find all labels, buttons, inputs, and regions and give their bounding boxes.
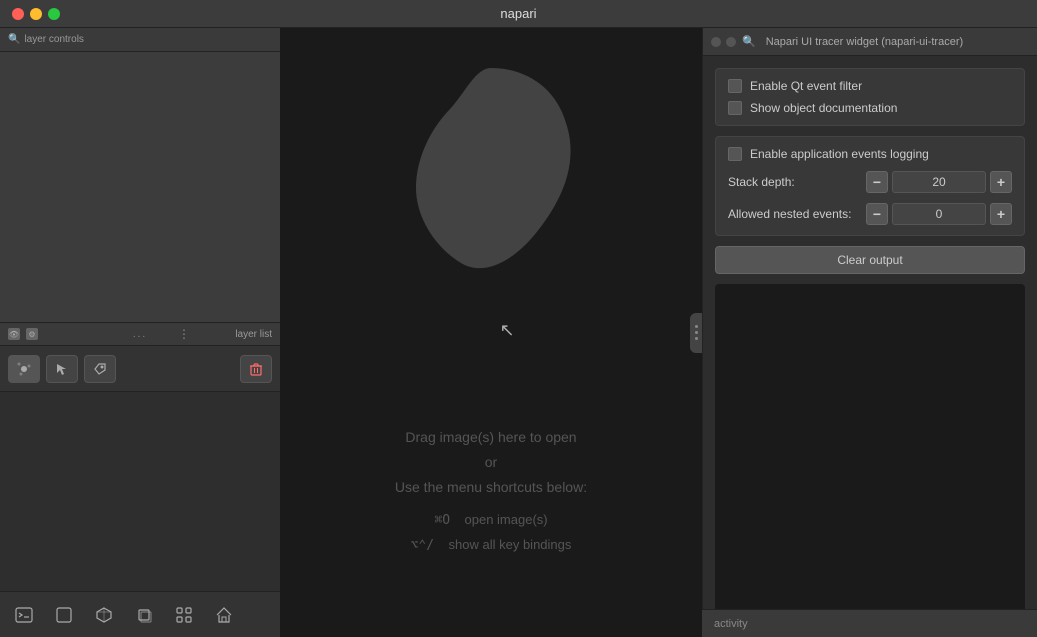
nested-events-row: Allowed nested events: − 0 + [728,203,1012,225]
app-title: napari [500,6,536,21]
handle-dot [695,337,698,340]
logging-label: Enable application events logging [750,147,929,161]
output-area [715,284,1025,625]
drop-text-line1: Drag image(s) here to open [395,425,587,450]
layer-controls-header: 🔍 layer controls [0,28,280,52]
checkbox-group-1: Enable Qt event filter Show object docum… [715,68,1025,126]
obj-doc-row: Show object documentation [728,101,1012,115]
cursor-indicator: ↖ [499,320,514,341]
panel-separator: 👁 ⚙ ... layer list ⋮ [0,322,280,346]
activity-bar: activity [702,609,1037,637]
right-min-button[interactable] [726,37,736,47]
handle-dot [695,325,698,328]
window-controls [12,8,60,20]
close-button[interactable] [12,8,24,20]
home-button[interactable] [208,601,240,629]
search-icon: 🔍 [8,34,20,45]
stack-depth-control: − 20 + [866,171,1012,193]
label-tool-button[interactable] [84,355,116,383]
console-button[interactable] [8,601,40,629]
more-icon[interactable]: ⋮ [178,327,190,341]
logging-row: Enable application events logging [728,147,1012,161]
nested-events-control: − 0 + [866,203,1012,225]
shortcut-line-2: ⌥⌃/ show all key bindings [395,533,587,557]
square-button[interactable] [48,601,80,629]
right-panel-controls [711,37,736,47]
maximize-button[interactable] [48,8,60,20]
blob-shape [381,48,601,291]
search-icon-small: 🔍 [742,35,756,48]
handle-dot [695,331,698,334]
stack-depth-increment[interactable]: + [990,171,1012,193]
shortcut1-label: open image(s) [465,512,548,527]
stack-depth-value: 20 [892,171,986,193]
nested-events-decrement[interactable]: − [866,203,888,225]
logging-group: Enable application events logging Stack … [715,136,1025,236]
obj-doc-checkbox[interactable] [728,101,742,115]
nested-events-increment[interactable]: + [990,203,1012,225]
right-panel: 🔍 Napari UI tracer widget (napari-ui-tra… [702,28,1037,637]
filter-icon: ⚙ [26,328,38,340]
shortcut2-label: show all key bindings [449,537,572,552]
separator-left-icons: 👁 ⚙ [8,328,38,340]
layer-controls-area [0,52,280,322]
right-close-button[interactable] [711,37,721,47]
logging-checkbox[interactable] [728,147,742,161]
eye-icon: 👁 [8,328,20,340]
shortcut2-key: ⌥⌃/ [411,538,434,553]
stack-depth-decrement[interactable]: − [866,171,888,193]
clear-output-label: Clear output [837,253,902,267]
qt-filter-checkbox[interactable] [728,79,742,93]
right-panel-content: Enable Qt event filter Show object docum… [703,56,1037,637]
separator-dots: ... [133,329,147,340]
shortcut1-key: ⌘O [434,513,450,528]
titlebar: napari [0,0,1037,28]
drop-zone-text: Drag image(s) here to open or Use the me… [395,425,587,557]
delete-tool-button[interactable] [240,355,272,383]
obj-doc-label: Show object documentation [750,101,897,115]
cube-button[interactable] [88,601,120,629]
clear-output-button[interactable]: Clear output [715,246,1025,274]
stack-depth-row: Stack depth: − 20 + [728,171,1012,193]
left-panel: 🔍 layer controls 👁 ⚙ ... layer list ⋮ [0,28,280,637]
stack-depth-label: Stack depth: [728,175,858,189]
layers-button[interactable] [128,601,160,629]
layer-toolbar [0,346,280,392]
layer-list-label: layer list [235,329,272,340]
shortcut-line-1: ⌘O open image(s) [395,508,587,532]
canvas-content: ↖ Drag image(s) here to open or Use the … [280,28,702,637]
activity-label: activity [714,618,748,630]
main-area: 🔍 layer controls 👁 ⚙ ... layer list ⋮ [0,28,1037,637]
canvas-side-handle[interactable] [690,313,702,353]
canvas-area: ↖ Drag image(s) here to open or Use the … [280,28,702,637]
qt-filter-label: Enable Qt event filter [750,79,862,93]
qt-filter-row: Enable Qt event filter [728,79,1012,93]
drop-text-line3: Use the menu shortcuts below: [395,475,587,500]
handle-dots [695,325,698,340]
grid-button[interactable] [168,601,200,629]
right-panel-title: Napari UI tracer widget (napari-ui-trace… [766,36,963,48]
drop-text-line2: or [395,450,587,475]
layer-preview [0,52,280,322]
nested-events-label: Allowed nested events: [728,207,858,221]
select-tool-button[interactable] [46,355,78,383]
right-panel-titlebar: 🔍 Napari UI tracer widget (napari-ui-tra… [703,28,1037,56]
nested-events-value: 0 [892,203,986,225]
point-tool-button[interactable] [8,355,40,383]
bottom-toolbar [0,591,280,637]
layer-controls-label: layer controls [24,34,83,45]
minimize-button[interactable] [30,8,42,20]
